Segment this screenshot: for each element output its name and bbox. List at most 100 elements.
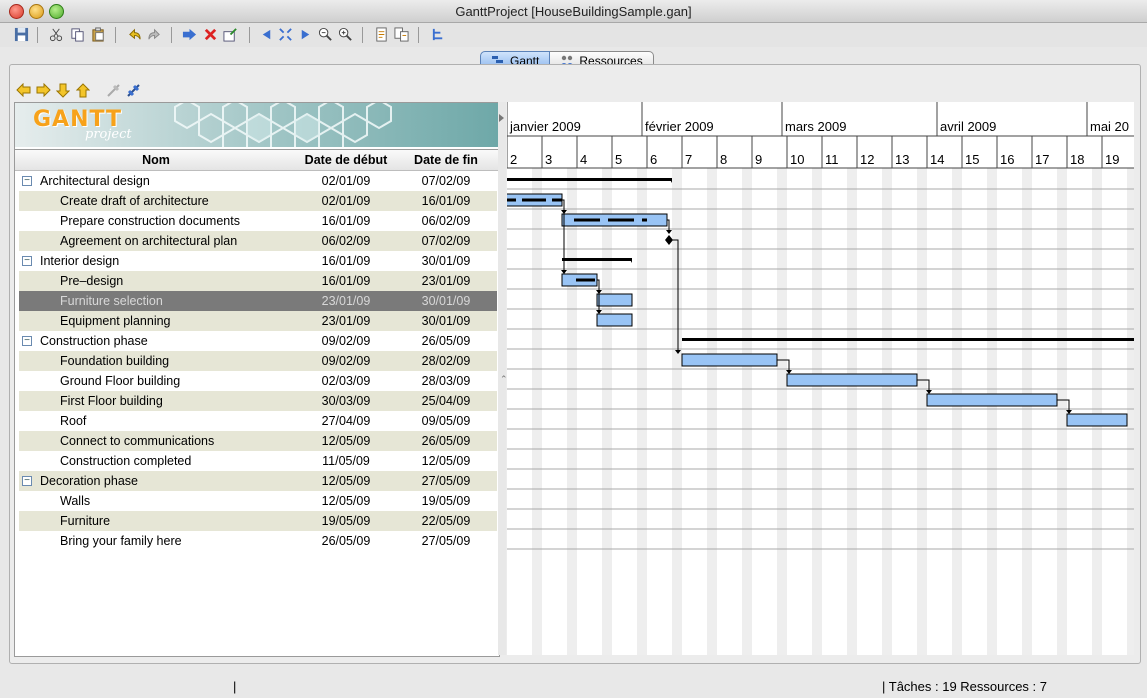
task-start-date: 11/05/09	[322, 454, 370, 468]
task-name-cell[interactable]: − Architectural design	[19, 171, 297, 191]
table-row[interactable]: Prepare construction documents 16/01/09 06…	[19, 211, 497, 231]
task-name-cell[interactable]: Roof	[19, 411, 297, 431]
task-name-cell[interactable]: Connect to communications	[19, 431, 297, 451]
split-divider[interactable]: ⌃	[498, 102, 508, 655]
week-label: 14	[930, 152, 944, 167]
table-row[interactable]: Pre–design 16/01/09 23/01/09	[19, 271, 497, 291]
table-row[interactable]: − Interior design 16/01/09 30/01/09	[19, 251, 497, 271]
month-label: avril 2009	[940, 119, 996, 134]
table-row[interactable]: Roof 27/04/09 09/05/09	[19, 411, 497, 431]
table-row[interactable]: Walls 12/05/09 19/05/09	[19, 491, 497, 511]
month-label: mai 20	[1090, 119, 1129, 134]
task-name-cell[interactable]: Prepare construction documents	[19, 211, 297, 231]
task-name: Pre–design	[60, 274, 124, 288]
weekend-stripe	[672, 168, 682, 655]
toolbar-separator	[37, 27, 38, 43]
move-up-button[interactable]	[75, 82, 91, 98]
print-preview-button[interactable]	[373, 26, 390, 43]
task-name-cell[interactable]: Construction completed	[19, 451, 297, 471]
save-button[interactable]	[13, 26, 30, 43]
table-row[interactable]: Equipment planning 23/01/09 30/01/09	[19, 311, 497, 331]
month-label: mars 2009	[785, 119, 846, 134]
column-header-start[interactable]: Date de début	[297, 153, 395, 167]
week-label: 8	[720, 152, 727, 167]
task-start-date: 09/02/09	[321, 334, 371, 348]
critical-path-button[interactable]	[430, 26, 447, 43]
task-name-cell[interactable]: − Interior design	[19, 251, 297, 271]
table-row[interactable]: First Floor building 30/03/09 25/04/09	[19, 391, 497, 411]
fit-view-button[interactable]	[277, 26, 294, 43]
scroll-right-button[interactable]	[297, 26, 314, 43]
task-name-cell[interactable]: Pre–design	[19, 271, 297, 291]
table-row[interactable]: Create draft of architecture 02/01/09 16/0…	[19, 191, 497, 211]
collapse-toggle-icon[interactable]: −	[22, 476, 32, 486]
week-label: 17	[1035, 152, 1049, 167]
task-name-cell[interactable]: Equipment planning	[19, 311, 297, 331]
redo-button[interactable]	[146, 26, 163, 43]
arrow-right-icon	[36, 83, 51, 97]
indent-button[interactable]	[181, 26, 198, 43]
column-header-name[interactable]: Nom	[15, 153, 297, 167]
task-name-cell[interactable]: Furniture	[19, 511, 297, 531]
week-label: 13	[895, 152, 909, 167]
table-row[interactable]: Foundation building 09/02/09 28/02/09	[19, 351, 497, 371]
collapse-toggle-icon[interactable]: −	[22, 336, 32, 346]
task-end-date: 09/05/09	[421, 414, 471, 428]
gantt-chart[interactable]: janvier 2009 février 2009 mars 2009 avril 2…	[507, 102, 1134, 655]
link-button[interactable]	[125, 82, 141, 98]
table-row[interactable]: Agreement on architectural plan 06/02/09 0…	[19, 231, 497, 251]
zoom-in-button[interactable]	[337, 26, 354, 43]
table-row[interactable]: − Decoration phase 12/05/09 27/05/09	[19, 471, 497, 491]
task-end-date: 27/05/09	[421, 474, 471, 488]
zoom-out-button[interactable]	[317, 26, 334, 43]
scroll-left-button[interactable]	[258, 26, 275, 43]
task-name-cell[interactable]: Furniture selection	[19, 291, 297, 311]
copy-button[interactable]	[69, 26, 86, 43]
task-name-cell[interactable]: Bring your family here	[19, 531, 297, 551]
task-name-cell[interactable]: Ground Floor building	[19, 371, 297, 391]
title-bar: GanttProject [HouseBuildingSample.gan]	[0, 0, 1147, 23]
task-end-date: 28/02/09	[421, 354, 471, 368]
task-name: Construction completed	[60, 454, 192, 468]
task-name-cell[interactable]: First Floor building	[19, 391, 297, 411]
task-name-cell[interactable]: Agreement on architectural plan	[19, 231, 297, 251]
delete-button[interactable]	[202, 26, 219, 43]
task-name-cell[interactable]: − Decoration phase	[19, 471, 297, 491]
indent-task-button[interactable]	[35, 82, 51, 98]
undo-button[interactable]	[126, 26, 143, 43]
table-row[interactable]: Furniture selection 23/01/09 30/01/09	[19, 291, 497, 311]
table-row[interactable]: Connect to communications 12/05/09 26/05/0…	[19, 431, 497, 451]
table-row[interactable]: Bring your family here 26/05/09 27/05/09	[19, 531, 497, 551]
unlink-button[interactable]	[105, 82, 121, 98]
task-start-date: 19/05/09	[321, 514, 371, 528]
task-name: Interior design	[40, 254, 120, 268]
task-end-date: 06/02/09	[421, 214, 471, 228]
task-name-cell[interactable]: Create draft of architecture	[19, 191, 297, 211]
collapse-toggle-icon[interactable]: −	[22, 256, 32, 266]
collapse-toggle-icon[interactable]: −	[22, 176, 32, 186]
cut-button[interactable]	[48, 26, 65, 43]
outdent-button[interactable]	[15, 82, 31, 98]
table-row[interactable]: Ground Floor building 02/03/09 28/03/09	[19, 371, 497, 391]
properties-button[interactable]	[222, 26, 239, 43]
column-header-end[interactable]: Date de fin	[397, 153, 495, 167]
dependency-arrow	[561, 270, 567, 274]
documents-icon	[394, 27, 409, 42]
task-name-cell[interactable]: Foundation building	[19, 351, 297, 371]
toolbar-separator	[171, 27, 172, 43]
table-row[interactable]: − Architectural design 02/01/09 07/02/09	[19, 171, 497, 191]
arrow-down-icon	[56, 83, 70, 98]
table-row[interactable]: Construction completed 11/05/09 12/05/09	[19, 451, 497, 471]
copy-icon	[71, 28, 84, 42]
table-header: Nom Date de début Date de fin	[15, 149, 499, 171]
task-name-cell[interactable]: Walls	[19, 491, 297, 511]
task-name-cell[interactable]: − Construction phase	[19, 331, 297, 351]
weekend-stripe	[952, 168, 962, 655]
table-row[interactable]: Furniture 19/05/09 22/05/09	[19, 511, 497, 531]
task-start-date: 30/03/09	[321, 394, 371, 408]
table-row[interactable]: − Construction phase 09/02/09 26/05/09	[19, 331, 497, 351]
move-down-button[interactable]	[55, 82, 71, 98]
paste-button[interactable]	[90, 26, 107, 43]
zoom-out-icon	[318, 27, 332, 41]
preview-button[interactable]	[393, 26, 410, 43]
